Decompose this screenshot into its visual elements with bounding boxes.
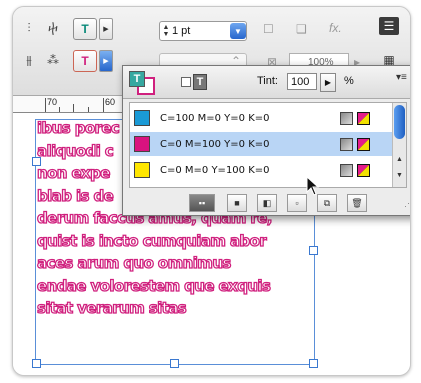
ruler-tick (73, 104, 74, 112)
ruler-tick (45, 98, 46, 112)
new-swatch-icon[interactable]: ⧉ (317, 194, 337, 212)
process-color-icon (340, 111, 353, 125)
tint-percent-label: % (344, 75, 354, 87)
fill-swatch-icon[interactable]: T (129, 71, 145, 87)
tint-label: Tint: (257, 75, 278, 87)
formatting-text-icon[interactable]: T (193, 74, 207, 90)
frame-handle[interactable] (32, 359, 41, 368)
swatches-panel: T T Tint: 100 ▶ % ▾≡ C=100 M=0 Y=0 K=0 C… (122, 65, 410, 216)
fill-type-button[interactable]: T (73, 18, 97, 40)
cmyk-mode-icon (357, 163, 370, 177)
align-icon[interactable]: ⫶ (19, 19, 39, 37)
swatch-chip (134, 162, 150, 178)
swatch-row-magenta[interactable]: C=0 M=100 Y=0 K=0 (130, 132, 392, 156)
swatch-row-cyan[interactable]: C=100 M=0 Y=0 K=0 (130, 106, 392, 130)
stroke-stepper-icon[interactable]: ▲ ▼ (160, 24, 172, 38)
show-color-swatches-icon[interactable]: ■ (227, 194, 247, 212)
swatch-name: C=0 M=0 Y=100 K=0 (160, 164, 270, 176)
swatch-list-scrollbar[interactable]: ▲ ▼ (392, 103, 406, 187)
stroke-dropdown-arrow-icon[interactable]: ▶ (99, 50, 113, 72)
fill-stroke-selector[interactable]: T (129, 71, 155, 95)
swatch-options-icon[interactable]: ▫ (287, 194, 307, 212)
character-spacing-icon[interactable]: ⴕ (43, 19, 63, 37)
cmyk-mode-icon (357, 111, 370, 125)
ruler-tick (59, 107, 60, 112)
process-color-icon (340, 137, 353, 151)
frame-handle[interactable] (309, 359, 318, 368)
panel-menu-icon[interactable]: ☰ (379, 17, 399, 35)
show-all-swatches-icon[interactable]: ▪▪ (189, 194, 215, 212)
tint-field[interactable]: 100 (287, 73, 317, 90)
text-line: aces arum quo omnimus (36, 253, 232, 272)
panel-options-icon[interactable]: ▾≡ (396, 72, 407, 83)
ruler-tick (88, 107, 89, 112)
fill-dropdown-arrow-icon[interactable]: ▶ (99, 18, 113, 40)
text-line: quist is incto cumquiam abor (36, 231, 267, 250)
text-line: sitat verarum sitas (36, 298, 187, 317)
resize-grip-icon[interactable]: ⋰ (404, 198, 410, 209)
cmyk-mode-icon (357, 137, 370, 151)
swatch-name: C=100 M=0 Y=0 K=0 (160, 112, 270, 124)
formatting-container-icon[interactable] (181, 77, 191, 87)
window-frame: ⫶ ⴕ T ▶ ⫵ ⁂ T ▶ ▲ ▼ 1 pt ▼ ⌃ ☐ ❑ fx. ⊠ 10… (12, 6, 411, 376)
drop-shadow-icon[interactable]: ❑ (296, 22, 307, 36)
scroll-down-icon[interactable]: ▼ (394, 171, 405, 181)
tint-slider-arrow-icon[interactable]: ▶ (320, 73, 336, 92)
ruler-tick (103, 98, 104, 112)
scroll-up-icon[interactable]: ▲ (394, 155, 405, 165)
ruler-label: 60 (105, 97, 116, 107)
stroke-weight-dropdown-icon[interactable]: ▼ (230, 23, 246, 39)
swatches-panel-footer: ▪▪ ■ ◧ ▫ ⧉ 🗑 ⋰ (123, 192, 410, 214)
distribute-icon[interactable]: ⫵ (19, 51, 39, 69)
swatch-chip (134, 136, 150, 152)
swatch-row-yellow[interactable]: C=0 M=0 Y=100 K=0 (130, 158, 392, 182)
stroke-type-button[interactable]: T (73, 50, 97, 72)
swatch-list[interactable]: C=100 M=0 Y=0 K=0 C=0 M=100 Y=0 K=0 C=0 … (129, 102, 407, 196)
scrollbar-thumb[interactable] (394, 105, 405, 139)
show-gradient-swatches-icon[interactable]: ◧ (257, 194, 277, 212)
frame-fitting-icon[interactable]: ☐ (263, 22, 274, 36)
formatting-affects-text-icon[interactable]: T (181, 74, 207, 90)
delete-swatch-icon[interactable]: 🗑 (347, 194, 367, 212)
swatch-chip (134, 110, 150, 126)
text-line: endae volorestem que exquis (36, 276, 271, 295)
process-color-icon (340, 163, 353, 177)
text-wrap-icon[interactable]: ⁂ (43, 51, 63, 69)
effects-fx-icon[interactable]: fx. (329, 21, 342, 35)
swatch-name: C=0 M=100 Y=0 K=0 (160, 138, 270, 150)
stroke-weight-value: 1 pt (172, 25, 191, 37)
frame-handle[interactable] (170, 359, 179, 368)
ruler-label: 70 (47, 97, 58, 107)
swatches-panel-header: T T Tint: 100 ▶ % ▾≡ (123, 66, 410, 99)
